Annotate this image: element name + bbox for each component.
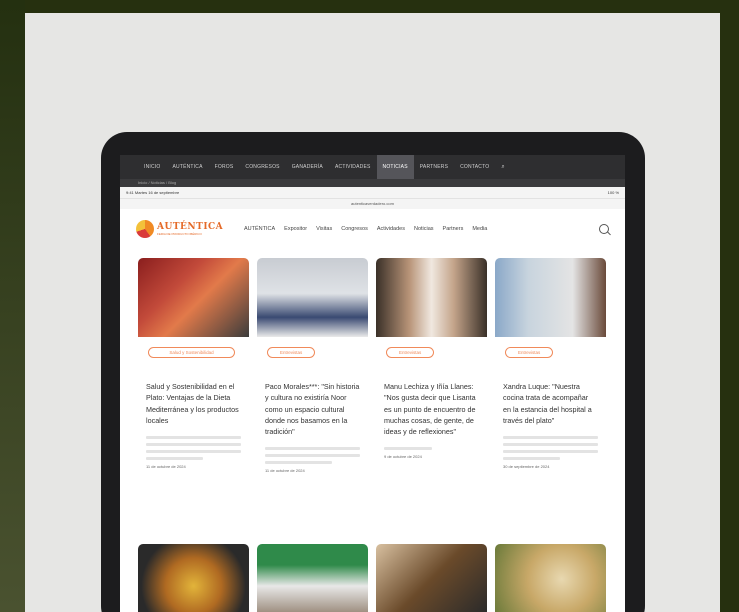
- card-excerpt: [146, 436, 241, 461]
- background-left-band: [0, 0, 25, 612]
- news-card[interactable]: Salud y Sostenibilidad Salud y Sostenibi…: [138, 258, 249, 534]
- category-tag[interactable]: Entrevistas: [505, 347, 554, 358]
- main-nav-expositor[interactable]: Expositor: [284, 226, 307, 232]
- card-date: 9 de octubre de 2024: [384, 454, 422, 460]
- card-image-food[interactable]: [138, 258, 249, 337]
- category-tag[interactable]: Entrevistas: [267, 347, 316, 358]
- top-nav-foros[interactable]: FOROS: [209, 155, 240, 179]
- main-nav-autentica[interactable]: AUTÉNTICA: [244, 226, 275, 232]
- card-excerpt: [503, 436, 598, 461]
- top-nav-bar: INICIO AUTÉNTICA FOROS CONGRESOS GANADER…: [120, 155, 625, 179]
- card-date: 11 de octubre de 2024: [146, 464, 186, 470]
- top-nav-noticias[interactable]: NOTICIAS: [376, 155, 414, 179]
- card-title[interactable]: Salud y Sostenibilidad en el Plato: Vent…: [138, 359, 249, 426]
- card-image-chef[interactable]: [495, 258, 606, 337]
- status-time: 9:41 Martes 16 de septiembre: [126, 190, 180, 195]
- top-nav-ganaderia[interactable]: GANADERÍA: [286, 155, 329, 179]
- news-card[interactable]: Entrevistas Paco Morales***: "Sin histor…: [257, 258, 368, 534]
- main-nav-congresos[interactable]: Congresos: [341, 226, 368, 232]
- address-bar[interactable]: autenticaverdadero.com: [120, 199, 625, 209]
- tablet-screen: INICIO AUTÉNTICA FOROS CONGRESOS GANADER…: [120, 155, 625, 612]
- site-logo[interactable]: AUTÉNTICA FERIA DE PRODUCTO IBÉRICO: [136, 220, 236, 238]
- search-icon[interactable]: ⌕: [495, 164, 510, 171]
- battery-indicator: 100 %: [607, 190, 619, 195]
- main-nav-noticias[interactable]: Noticias: [414, 226, 434, 232]
- top-nav-inicio[interactable]: INICIO: [138, 155, 166, 179]
- card-image-event-stand[interactable]: [257, 544, 368, 612]
- top-nav-autentica[interactable]: AUTÉNTICA: [166, 155, 208, 179]
- card-image-paella[interactable]: [138, 544, 249, 612]
- logo-title: AUTÉNTICA: [157, 222, 224, 232]
- card-excerpt: [265, 447, 360, 465]
- main-nav-media[interactable]: Media: [472, 226, 487, 232]
- news-card[interactable]: Entrevistas Xandra Luque: "Nuestra cocin…: [495, 258, 606, 534]
- card-title[interactable]: Manu Lechiza y Iñía Llanes: "Nos gusta d…: [376, 359, 487, 437]
- site-header: AUTÉNTICA FERIA DE PRODUCTO IBÉRICO AUTÉ…: [120, 209, 625, 249]
- card-title[interactable]: Paco Morales***: "Sin historia y cultura…: [257, 359, 368, 437]
- category-tag[interactable]: Entrevistas: [386, 347, 435, 358]
- main-nav: AUTÉNTICA Expositor Visitas Congresos Ac…: [244, 226, 591, 232]
- news-card[interactable]: Entrevistas Manu Lechiza y Iñía Llanes: …: [376, 258, 487, 534]
- site-search-icon[interactable]: [599, 224, 609, 234]
- card-image-chefs[interactable]: [376, 258, 487, 337]
- breadcrumb: Inicio / Noticias / Blog: [120, 179, 625, 187]
- top-nav-partners[interactable]: PARTNERS: [414, 155, 454, 179]
- top-nav-actividades[interactable]: ACTIVIDADES: [329, 155, 377, 179]
- card-date: 11 de octubre de 2024: [265, 468, 305, 474]
- status-bar: 9:41 Martes 16 de septiembre 100 %: [120, 187, 625, 199]
- news-grid: Salud y Sostenibilidad Salud y Sostenibi…: [120, 258, 624, 534]
- main-nav-visitas[interactable]: Visitas: [316, 226, 332, 232]
- logo-subtitle: FERIA DE PRODUCTO IBÉRICO: [157, 232, 202, 236]
- card-date: 30 de septiembre de 2024: [503, 464, 550, 470]
- top-nav-contacto[interactable]: CONTACTO: [454, 155, 495, 179]
- card-title[interactable]: Xandra Luque: "Nuestra cocina trata de a…: [495, 359, 606, 426]
- news-grid-row-2: [120, 544, 624, 612]
- logo-mark-icon: [136, 220, 154, 238]
- top-nav-congresos[interactable]: CONGRESOS: [239, 155, 285, 179]
- main-nav-actividades[interactable]: Actividades: [377, 226, 405, 232]
- card-excerpt: [384, 447, 479, 451]
- card-image-kitchen-team[interactable]: [257, 258, 368, 337]
- main-nav-partners[interactable]: Partners: [443, 226, 464, 232]
- category-tag[interactable]: Salud y Sostenibilidad: [148, 347, 235, 358]
- card-image-bread[interactable]: [495, 544, 606, 612]
- card-image-hands-cooking[interactable]: [376, 544, 487, 612]
